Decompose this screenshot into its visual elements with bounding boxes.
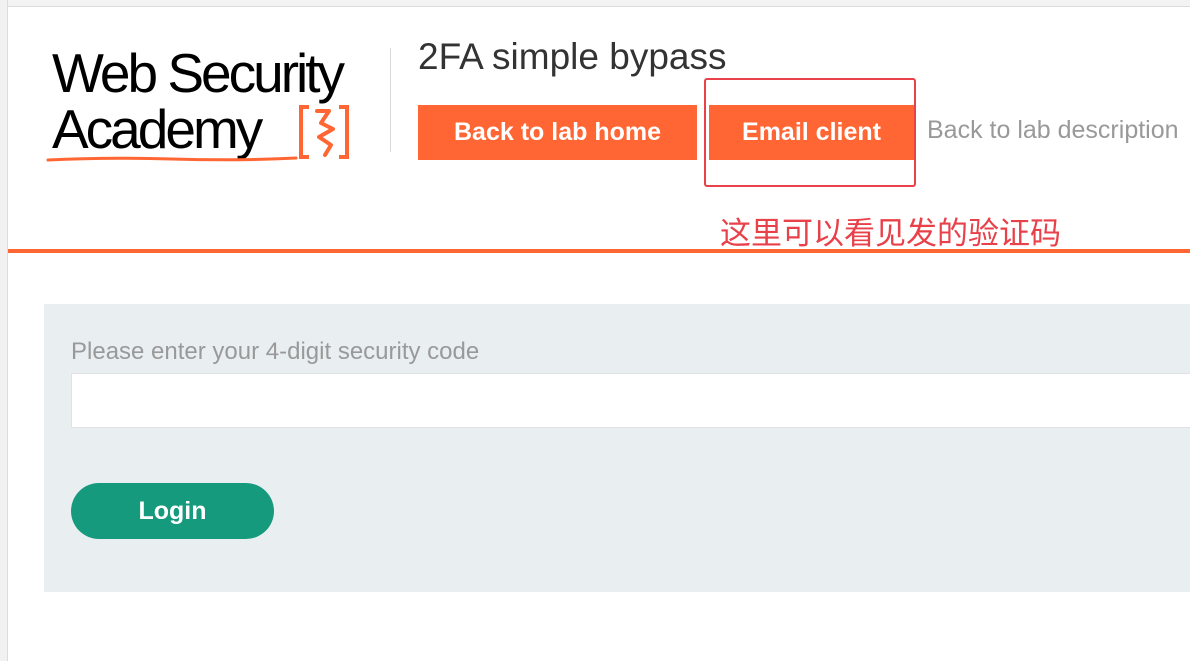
annotation-note: 这里可以看见发的验证码 — [720, 216, 1061, 252]
back-to-lab-description-link[interactable]: Back to lab description — [927, 116, 1179, 145]
security-code-input[interactable] — [71, 373, 1190, 428]
annotation-highlight-box — [704, 78, 916, 187]
web-security-academy-logo[interactable]: Web Security Academy — [46, 38, 392, 170]
logo-text-line-1: Web Security — [52, 42, 345, 104]
security-code-label: Please enter your 4-digit security code — [71, 338, 480, 365]
login-button[interactable]: Login — [71, 483, 274, 539]
header-separator — [8, 249, 1190, 253]
logo-text-line-2: Academy — [52, 98, 263, 160]
back-to-lab-home-button[interactable]: Back to lab home — [418, 105, 697, 160]
lightning-bracket-icon — [299, 105, 349, 159]
window-top-border — [7, 6, 1190, 7]
logo-underline-stroke — [46, 156, 298, 162]
header-divider — [390, 48, 391, 152]
lab-title: 2FA simple bypass — [418, 36, 727, 77]
window-left-edge — [0, 0, 8, 661]
